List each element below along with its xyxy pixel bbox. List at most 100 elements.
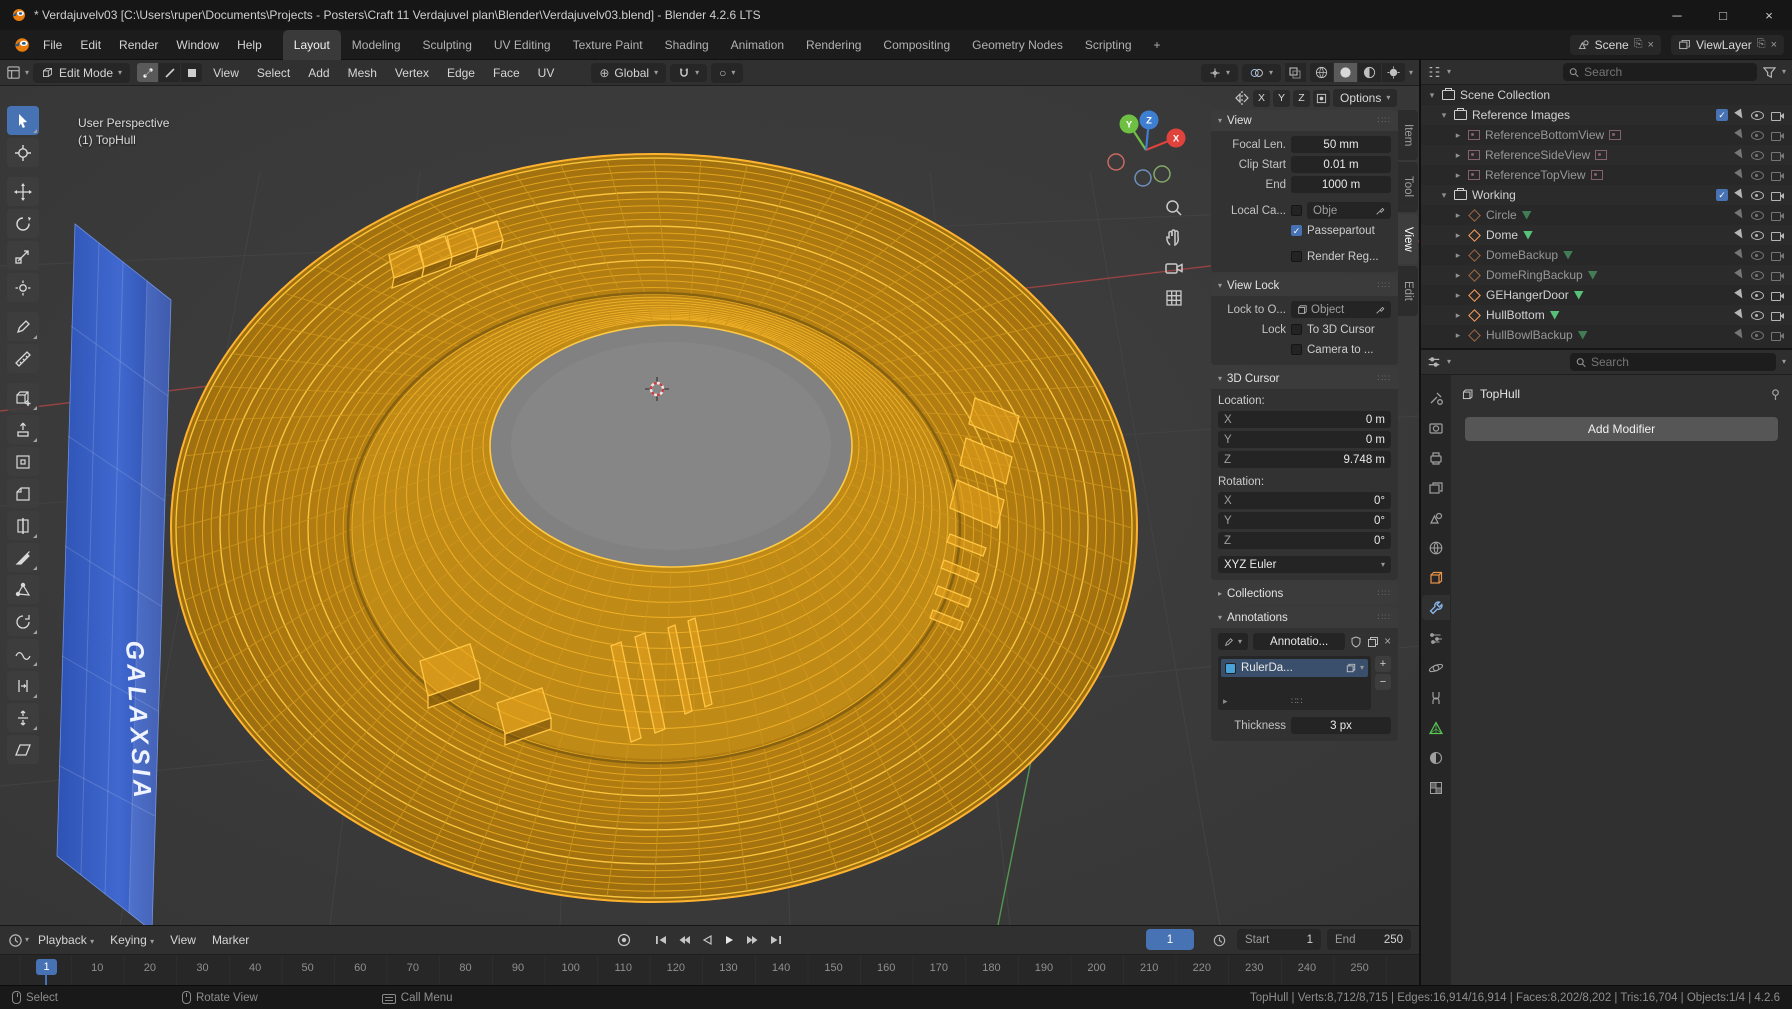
- tab-output[interactable]: [1422, 445, 1450, 470]
- ortho-grid-icon[interactable]: [1164, 288, 1184, 308]
- hide-icon[interactable]: [1750, 149, 1765, 161]
- lock-to-object-field[interactable]: Object: [1291, 301, 1391, 318]
- expand-icon[interactable]: ▸: [1453, 230, 1463, 241]
- rendered-shading-button[interactable]: [1382, 63, 1405, 82]
- render-visibility-icon[interactable]: [1770, 109, 1785, 121]
- options-dropdown[interactable]: Options ▾: [1333, 89, 1397, 107]
- tab-render[interactable]: [1422, 415, 1450, 440]
- selectable-icon[interactable]: [1733, 249, 1745, 261]
- local-camera-object-field[interactable]: Obje: [1307, 202, 1391, 219]
- render-visibility-icon[interactable]: [1770, 149, 1785, 161]
- unlink-scene-icon[interactable]: ×: [1648, 39, 1654, 51]
- selectable-icon[interactable]: [1733, 229, 1745, 241]
- axis-neg-z-ball[interactable]: [1135, 170, 1151, 186]
- expand-icon[interactable]: ▸: [1453, 290, 1463, 301]
- current-frame-field[interactable]: 1: [1146, 929, 1194, 950]
- outliner-row-hullbottom[interactable]: ▸HullBottom: [1421, 305, 1792, 325]
- outliner-row-referencetopview[interactable]: ▸ReferenceTopView: [1421, 165, 1792, 185]
- timeline-editor-icon[interactable]: [8, 933, 23, 948]
- editor-type-dropdown-icon[interactable]: ▾: [25, 69, 29, 77]
- hide-icon[interactable]: [1750, 109, 1765, 121]
- workspace-tab-sculpting[interactable]: Sculpting: [412, 30, 483, 60]
- annotation-name-field[interactable]: Annotatio...: [1253, 633, 1345, 650]
- hide-icon[interactable]: [1750, 249, 1765, 261]
- editor-type-dropdown-icon[interactable]: ▾: [1447, 358, 1451, 366]
- annotation-layers-list[interactable]: RulerDa... ▾ ▸∷∷: [1218, 656, 1371, 710]
- navigation-gizmo[interactable]: X Y Z: [1096, 98, 1196, 198]
- shrink-fatten-tool[interactable]: [7, 703, 39, 732]
- tab-object-data[interactable]: [1422, 715, 1450, 740]
- inset-faces-tool[interactable]: [7, 447, 39, 476]
- cursor-loc-x-field[interactable]: X0 m: [1218, 411, 1391, 428]
- editor-type-dropdown-icon[interactable]: ▾: [1447, 68, 1451, 76]
- maximize-button[interactable]: □: [1700, 0, 1746, 30]
- selectable-icon[interactable]: [1733, 149, 1745, 161]
- workspace-tab-shading[interactable]: Shading: [654, 30, 720, 60]
- selectable-icon[interactable]: [1733, 329, 1745, 341]
- jump-to-end-button[interactable]: [766, 929, 786, 950]
- close-button[interactable]: ×: [1746, 0, 1792, 30]
- tophull-mesh[interactable]: [171, 154, 1137, 902]
- show-gizmo-selector[interactable]: ▾: [1201, 64, 1238, 82]
- cursor-rot-x-field[interactable]: X0°: [1218, 492, 1391, 509]
- minimize-button[interactable]: ─: [1654, 0, 1700, 30]
- smooth-tool[interactable]: [7, 639, 39, 668]
- tab-view-layer[interactable]: [1422, 475, 1450, 500]
- unlink-icon[interactable]: ×: [1384, 636, 1391, 648]
- proportional-editing-selector[interactable]: ○ ▾: [711, 63, 743, 83]
- menu-file[interactable]: File: [34, 34, 71, 56]
- clip-end-field[interactable]: 1000 m: [1291, 176, 1391, 193]
- outliner-row-referencesideview[interactable]: ▸ReferenceSideView: [1421, 145, 1792, 165]
- bevel-tool[interactable]: [7, 479, 39, 508]
- mirror-z-button[interactable]: Z: [1293, 90, 1310, 107]
- collection-checkbox[interactable]: ✓: [1716, 109, 1728, 121]
- expand-icon[interactable]: ▸: [1453, 170, 1463, 181]
- remove-viewlayer-icon[interactable]: ×: [1771, 39, 1777, 51]
- vertex-select-button[interactable]: [137, 63, 158, 82]
- outliner-search-input[interactable]: [1584, 65, 1751, 79]
- tab-scene[interactable]: [1422, 505, 1450, 530]
- viewport-menu-mesh[interactable]: Mesh: [341, 63, 384, 83]
- render-visibility-icon[interactable]: [1770, 289, 1785, 301]
- snap-target-button[interactable]: [1313, 90, 1330, 107]
- properties-search[interactable]: [1570, 353, 1776, 371]
- camera-to-view-checkbox[interactable]: [1291, 344, 1302, 355]
- tab-physics[interactable]: [1422, 655, 1450, 680]
- selectable-icon[interactable]: [1733, 209, 1745, 221]
- editor-type-dropdown-icon[interactable]: ▾: [25, 936, 29, 944]
- expand-icon[interactable]: ▸: [1453, 250, 1463, 261]
- render-visibility-icon[interactable]: [1770, 269, 1785, 281]
- render-visibility-icon[interactable]: [1770, 209, 1785, 221]
- workspace-tab-animation[interactable]: Animation: [720, 30, 795, 60]
- tab-modifiers[interactable]: [1422, 595, 1450, 620]
- menu-window[interactable]: Window: [167, 34, 228, 56]
- timeline-ruler[interactable]: 1020304050607080901001101201301401501601…: [0, 954, 1419, 985]
- expand-icon[interactable]: ▸: [1453, 270, 1463, 281]
- layer-color-chip[interactable]: [1225, 663, 1236, 674]
- viewport-menu-view[interactable]: View: [206, 63, 246, 83]
- eyedropper-icon[interactable]: [1375, 305, 1385, 315]
- editor-type-icon[interactable]: [6, 65, 21, 80]
- render-visibility-icon[interactable]: [1770, 249, 1785, 261]
- scene-selector[interactable]: Scene ⎘ ×: [1570, 35, 1661, 55]
- tab-tool[interactable]: [1422, 385, 1450, 410]
- selectable-icon[interactable]: [1733, 189, 1745, 201]
- cursor-loc-z-field[interactable]: Z9.748 m: [1218, 451, 1391, 468]
- viewport-menu-uv[interactable]: UV: [531, 63, 562, 83]
- outliner-row-domeringbackup[interactable]: ▸DomeRingBackup: [1421, 265, 1792, 285]
- workspace-tab-rendering[interactable]: Rendering: [795, 30, 872, 60]
- outliner-row-scene-collection[interactable]: ▾Scene Collection: [1421, 85, 1792, 105]
- outliner-row-reference-images[interactable]: ▾Reference Images ✓: [1421, 105, 1792, 125]
- render-visibility-icon[interactable]: [1770, 189, 1785, 201]
- viewport-canvas[interactable]: GALAXSIA User Perspective (1) TopHull: [0, 86, 1419, 925]
- next-keyframe-button[interactable]: [743, 929, 763, 950]
- timeline-menu-marker[interactable]: Marker: [205, 930, 256, 950]
- mirror-x-button[interactable]: X: [1253, 90, 1270, 107]
- view-section-header[interactable]: ▾View∷∷: [1211, 110, 1398, 131]
- render-visibility-icon[interactable]: [1770, 329, 1785, 341]
- add-cube-tool[interactable]: [7, 383, 39, 412]
- remove-layer-button[interactable]: −: [1375, 674, 1391, 690]
- viewlayer-selector[interactable]: ViewLayer ⎘ ×: [1671, 35, 1784, 55]
- new-viewlayer-icon[interactable]: ⎘: [1757, 38, 1766, 51]
- sidebar-tab-tool[interactable]: Tool: [1398, 162, 1418, 212]
